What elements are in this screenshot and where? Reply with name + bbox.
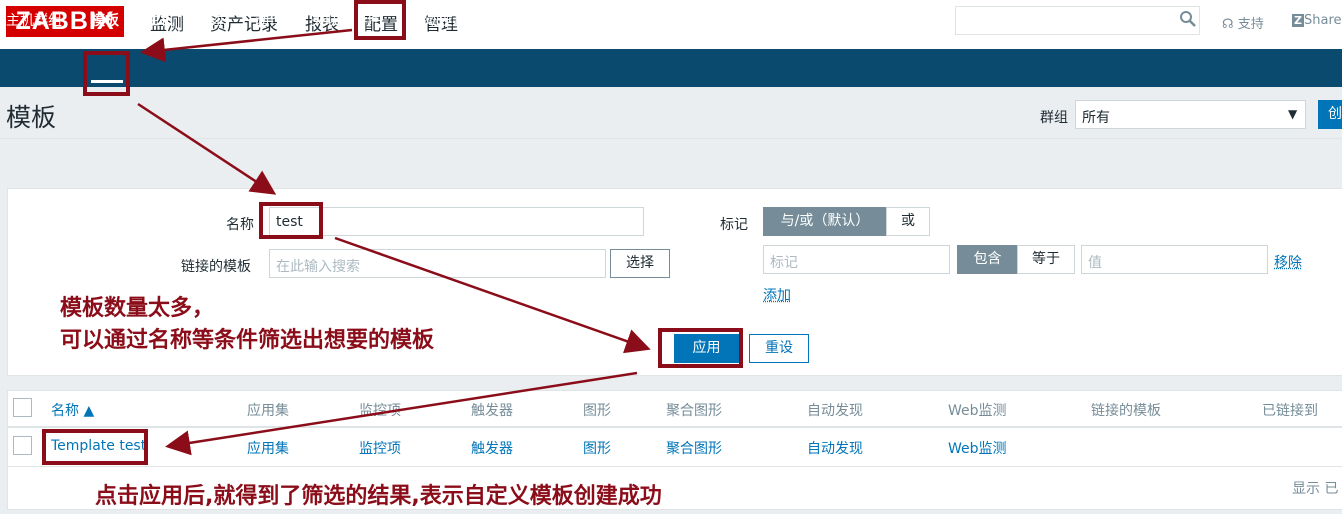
annotation-note-1-line-2: 可以通过名称等条件筛选出想要的模板: [60, 328, 435, 353]
annotation-arrows: [137, 28, 651, 456]
annotation-note-1-line-1: 模板数量太多，: [60, 296, 215, 321]
annotation-note-2: 点击应用后,就得到了筛选的结果,表示自定义模板创建成功: [95, 484, 662, 509]
